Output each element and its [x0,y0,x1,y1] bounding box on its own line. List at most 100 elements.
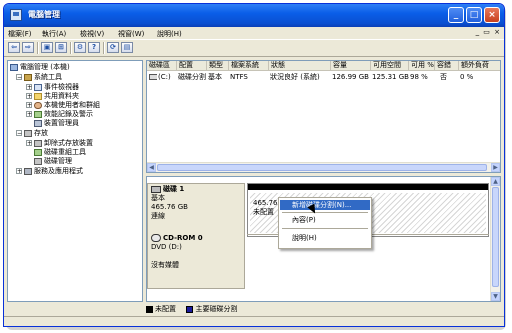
mdi-controls[interactable]: _ ▭ × [476,28,501,36]
menu-separator [282,212,368,213]
computer-icon [10,63,18,71]
menu-view[interactable]: 檢視(V) [80,29,104,39]
cell-filesystem: NTFS [230,73,248,81]
tools-icon [24,73,32,81]
scroll-right-icon[interactable]: ▶ [491,163,500,172]
cell-capacity: 126.99 GB [332,73,369,81]
expand-icon[interactable]: + [16,168,22,175]
computer-management-icon [10,9,22,21]
window-title: 電腦管理 [28,10,60,19]
tree-item-removable-storage[interactable]: + 卸除式存放裝置 [26,139,93,148]
cell-volume: (C:) [158,73,171,81]
services-icon [24,167,32,175]
toolbar-separator [37,42,39,54]
vertical-scrollbar[interactable]: ▲ ▼ [490,177,500,301]
cell-fault-tolerance: 否 [440,73,447,81]
unallocated-legend-swatch [146,305,153,313]
volume-list: 磁碟區 配置 類型 檔案系統 狀態 容量 可用空間 可用 % 容錯 額外負荷 (… [146,60,501,173]
performance-icon [34,110,42,118]
tree-item-event-viewer[interactable]: + 事件檢視器 [26,83,79,92]
tree-item-services-applications[interactable]: + 服務及應用程式 [16,167,83,176]
cell-percent-free: 98 % [410,73,428,81]
primary-partition-legend-swatch [186,305,194,313]
cell-overhead: 0 % [460,73,474,81]
tree-item-performance-logs[interactable]: + 效能記錄及警示 [26,110,93,119]
scroll-thumb[interactable] [157,164,487,171]
menu-item-properties[interactable]: 內容(P) [280,215,370,225]
scroll-thumb[interactable] [492,187,499,287]
close-button[interactable]: × [484,7,500,23]
properties-icon[interactable]: ⚙ [74,42,86,53]
toolbar: ⇦ ⇨ ▣ ⊞ ⚙ ? ⟳ ▤ [4,40,504,57]
toolbar-separator [103,42,105,54]
console-tree: 電腦管理 (本機) − 系統工具 + 事件檢視器 + 共用資料夾 + 本機使用者和群組 … [7,60,143,302]
column-header-volume[interactable]: 磁碟區 [147,61,177,71]
menu-help[interactable]: 說明(H) [157,29,182,39]
computer-management-window: 電腦管理 _ □ × 檔案(F) 執行(A) 檢視(V) 視窗(W) 說明(H)… [3,3,505,327]
cell-status: 狀況良好 (系統) [270,73,320,81]
column-header-free-space[interactable]: 可用空間 [371,61,409,71]
scroll-left-icon[interactable]: ◀ [147,163,156,172]
expand-icon[interactable]: + [26,84,32,91]
menu-item-new-partition[interactable]: 新增磁碟分割(N)... [280,200,370,210]
disk-management-icon [34,157,42,165]
column-header-filesystem[interactable]: 檔案系統 [229,61,269,71]
toolbar-separator [70,42,72,54]
collapse-icon[interactable]: − [16,74,22,81]
column-header-type[interactable]: 類型 [207,61,229,71]
disk-icon [151,185,161,193]
cdrom-0-label[interactable]: CD-ROM 0 DVD (D:) 沒有媒體 [147,233,245,289]
volume-icon [149,73,157,82]
collapse-icon[interactable]: − [16,130,22,137]
scroll-up-icon[interactable]: ▲ [491,177,500,186]
shared-folder-icon [34,92,42,100]
expand-icon[interactable]: + [26,93,32,100]
up-icon[interactable]: ▣ [41,42,53,53]
removable-storage-icon [34,139,42,147]
scroll-down-icon[interactable]: ▼ [491,292,500,301]
minimize-button[interactable]: _ [448,7,464,23]
cell-type: 基本 [208,73,222,81]
column-header-fault-tolerance[interactable]: 容錯 [435,61,459,71]
tree-item-device-manager[interactable]: 裝置管理員 [34,119,79,128]
event-viewer-icon [34,83,42,91]
expand-icon[interactable]: + [26,102,32,109]
export-icon[interactable]: ▤ [121,42,133,53]
back-arrow-icon[interactable]: ⇦ [8,42,20,53]
status-bar [4,316,504,326]
refresh-icon[interactable]: ⟳ [107,42,119,53]
expand-icon[interactable]: + [26,111,32,118]
menu-action[interactable]: 執行(A) [42,29,66,39]
legend: 未配置 主要磁碟分割 [146,304,501,315]
tree-item-disk-management[interactable]: 磁碟管理 [34,157,72,166]
maximize-button[interactable]: □ [466,7,482,23]
unallocated-bar [248,184,488,190]
menu-file[interactable]: 檔案(F) [8,29,32,39]
expand-icon[interactable]: + [26,140,32,147]
tree-item-local-users[interactable]: + 本機使用者和群組 [26,101,100,110]
help-icon[interactable]: ? [88,42,100,53]
menu-item-help[interactable]: 說明(H) [280,233,370,243]
disk-1-label[interactable]: 磁碟 1 基本 465.76 GB 連線 [147,183,245,237]
tree-item-storage[interactable]: − 存放 [16,129,48,138]
column-header-status[interactable]: 狀態 [269,61,331,71]
column-header-layout[interactable]: 配置 [177,61,207,71]
context-menu: 新增磁碟分割(N)... 內容(P) 說明(H) [278,197,372,249]
tree-item-system-tools[interactable]: − 系統工具 [16,73,62,82]
tree-item-disk-defragmenter[interactable]: 磁碟重組工具 [34,148,86,157]
show-tree-icon[interactable]: ⊞ [55,42,67,53]
tree-item-computer-management[interactable]: 電腦管理 (本機) [10,63,70,72]
column-header-capacity[interactable]: 容量 [331,61,371,71]
device-manager-icon [34,119,42,127]
title-bar[interactable]: 電腦管理 _ □ × [4,4,504,27]
tree-item-shared-folders[interactable]: + 共用資料夾 [26,92,79,101]
forward-arrow-icon[interactable]: ⇨ [22,42,34,53]
column-header-percent-free[interactable]: 可用 % [409,61,435,71]
users-icon [34,101,42,109]
menu-bar: 檔案(F) 執行(A) 檢視(V) 視窗(W) 說明(H) _ ▭ × [4,27,504,40]
column-header-overhead[interactable]: 額外負荷 [459,61,500,71]
menu-separator [282,228,368,229]
horizontal-scrollbar[interactable]: ◀ ▶ [147,162,500,172]
cell-free-space: 125.31 GB [372,73,409,81]
menu-window[interactable]: 視窗(W) [118,29,144,39]
